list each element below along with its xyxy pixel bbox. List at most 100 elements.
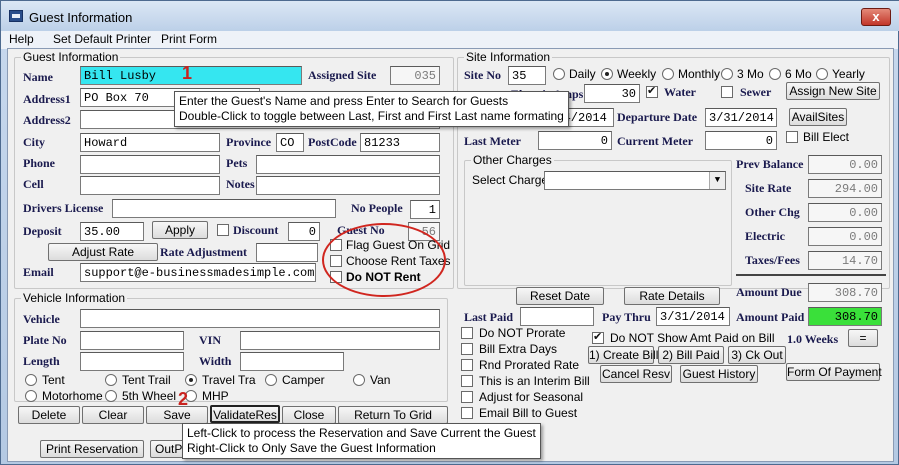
form-of-payment-button[interactable]: Form Of Payment: [786, 363, 882, 381]
vehicle-type-tent-radio[interactable]: [25, 374, 37, 386]
cell-label: Cell: [23, 177, 44, 191]
period-yearly-radio[interactable]: [816, 68, 828, 80]
vin-field[interactable]: [240, 331, 440, 350]
weeks-label: 1.0 Weeks: [787, 332, 839, 346]
email-field[interactable]: support@e-businessmadesimple.com: [80, 263, 316, 282]
site-no-field[interactable]: 35: [508, 66, 546, 85]
vehicle-type-5th-wheel-radio[interactable]: [105, 390, 117, 402]
period-weekly-label: Weekly: [617, 67, 657, 81]
taxes-fees-field[interactable]: 14.70: [808, 251, 882, 270]
interim-bill-label: This is an Interim Bill: [479, 374, 590, 388]
validate-res-button[interactable]: ValidateRes: [210, 405, 280, 423]
vehicle-type-camper-radio[interactable]: [265, 374, 277, 386]
province-field[interactable]: CO: [276, 133, 304, 152]
vehicle-label: Vehicle: [23, 312, 60, 326]
pay-thru-field[interactable]: 3/31/2014: [656, 307, 730, 326]
menu-set-default-printer[interactable]: Set Default Printer: [53, 32, 151, 46]
vehicle-type-van-label: Van: [370, 373, 391, 387]
bill-paid-button[interactable]: 2) Bill Paid: [658, 346, 724, 364]
rate-details-button[interactable]: Rate Details: [624, 287, 720, 305]
period-weekly-radio[interactable]: [601, 68, 613, 80]
postcode-field[interactable]: 81233: [360, 133, 440, 152]
adjust-rate-button[interactable]: Adjust Rate: [48, 243, 158, 261]
other-chg-field[interactable]: 0.00: [808, 203, 882, 222]
period-monthly-label: Monthly: [678, 67, 721, 81]
amount-paid-field[interactable]: 308.70: [808, 307, 882, 326]
vehicle-type-camper-label: Camper: [282, 373, 325, 387]
last-meter-field[interactable]: 0: [538, 131, 612, 150]
cancel-resv-button[interactable]: Cancel Resv: [600, 365, 672, 383]
no-show-amt-label: Do NOT Show Amt Paid on Bill: [610, 331, 775, 345]
prev-balance-field[interactable]: 0.00: [808, 155, 882, 174]
assigned-site-label: Assigned Site: [308, 68, 377, 82]
reset-date-button[interactable]: Reset Date: [516, 287, 604, 305]
length-field[interactable]: [80, 352, 184, 371]
drivers-license-field[interactable]: [112, 199, 336, 218]
menu-print-form[interactable]: Print Form: [161, 32, 217, 46]
equals-button[interactable]: =: [848, 329, 878, 347]
delete-button[interactable]: Delete: [18, 406, 80, 424]
close-button[interactable]: Close: [282, 406, 336, 424]
amount-due-field[interactable]: 308.70: [808, 283, 882, 302]
period-daily-radio[interactable]: [553, 68, 565, 80]
menu-help[interactable]: Help: [9, 32, 34, 46]
annotation-number-2: 2: [178, 389, 189, 409]
no-people-field[interactable]: 1: [410, 200, 440, 219]
pets-field[interactable]: [256, 155, 440, 174]
period-6mo-radio[interactable]: [769, 68, 781, 80]
bill-elect-checkbox[interactable]: [786, 131, 798, 143]
current-meter-field[interactable]: 0: [705, 131, 777, 150]
return-to-grid-button[interactable]: Return To Grid: [338, 406, 448, 424]
cell-field[interactable]: [80, 176, 220, 195]
rate-adjustment-field[interactable]: [256, 243, 318, 262]
bill-extra-days-checkbox[interactable]: [461, 343, 473, 355]
apply-button[interactable]: Apply: [152, 221, 208, 239]
ck-out-button[interactable]: 3) Ck Out: [728, 346, 786, 364]
discount-field[interactable]: 0: [288, 222, 320, 241]
width-field[interactable]: [240, 352, 344, 371]
save-button[interactable]: Save: [146, 406, 208, 424]
period-monthly-radio[interactable]: [662, 68, 674, 80]
last-paid-field[interactable]: [520, 307, 594, 326]
electric-label: Electric: [745, 229, 785, 243]
tooltip-line: Left-Click to process the Reservation an…: [187, 426, 536, 440]
period-3mo-radio[interactable]: [721, 68, 733, 80]
email-bill-checkbox[interactable]: [461, 407, 473, 419]
close-window-button[interactable]: x: [861, 8, 891, 26]
rate-adjustment-label: Rate Adjustment: [160, 245, 247, 259]
guest-history-button[interactable]: Guest History: [680, 365, 758, 383]
last-paid-label: Last Paid: [464, 310, 514, 324]
plate-no-field[interactable]: [80, 331, 184, 350]
discount-checkbox[interactable]: [217, 224, 229, 236]
vehicle-type-tent-trail-label: Tent Trail: [122, 373, 171, 387]
site-rate-field[interactable]: 294.00: [808, 179, 882, 198]
adjust-seasonal-checkbox[interactable]: [461, 391, 473, 403]
rnd-prorated-rate-checkbox[interactable]: [461, 359, 473, 371]
create-bill-button[interactable]: 1) Create Bill: [588, 346, 658, 364]
print-reservation-button[interactable]: Print Reservation: [40, 440, 144, 458]
vehicle-type-van-radio[interactable]: [353, 374, 365, 386]
select-charge-dropdown[interactable]: ▼: [544, 171, 726, 190]
water-checkbox[interactable]: [646, 84, 658, 98]
deposit-field[interactable]: 35.00: [80, 222, 144, 241]
electric-field[interactable]: 0.00: [808, 227, 882, 246]
vehicle-type-5th-wheel-label: 5th Wheel: [122, 389, 177, 403]
departure-date-field[interactable]: 3/31/2014: [705, 108, 777, 127]
vehicle-type-motorhome-radio[interactable]: [25, 390, 37, 402]
city-field[interactable]: Howard: [80, 133, 220, 152]
assign-new-site-button[interactable]: Assign New Site: [786, 82, 880, 100]
notes-field[interactable]: [256, 176, 440, 195]
vehicle-field[interactable]: [80, 309, 440, 328]
electric-amps-field[interactable]: 30: [584, 84, 640, 103]
avail-sites-button[interactable]: AvailSites: [789, 108, 847, 126]
assigned-site-field[interactable]: 035: [390, 66, 440, 85]
clear-button[interactable]: Clear: [82, 406, 144, 424]
interim-bill-checkbox[interactable]: [461, 375, 473, 387]
sewer-checkbox[interactable]: [721, 86, 733, 98]
no-show-amt-checkbox[interactable]: [592, 330, 604, 344]
phone-field[interactable]: [80, 155, 220, 174]
tooltip-line: Enter the Guest's Name and press Enter t…: [179, 94, 509, 108]
vehicle-type-tent-trail-radio[interactable]: [105, 374, 117, 386]
do-not-prorate-checkbox[interactable]: [461, 327, 473, 339]
vehicle-type-travel-trailer-radio[interactable]: [185, 374, 197, 386]
